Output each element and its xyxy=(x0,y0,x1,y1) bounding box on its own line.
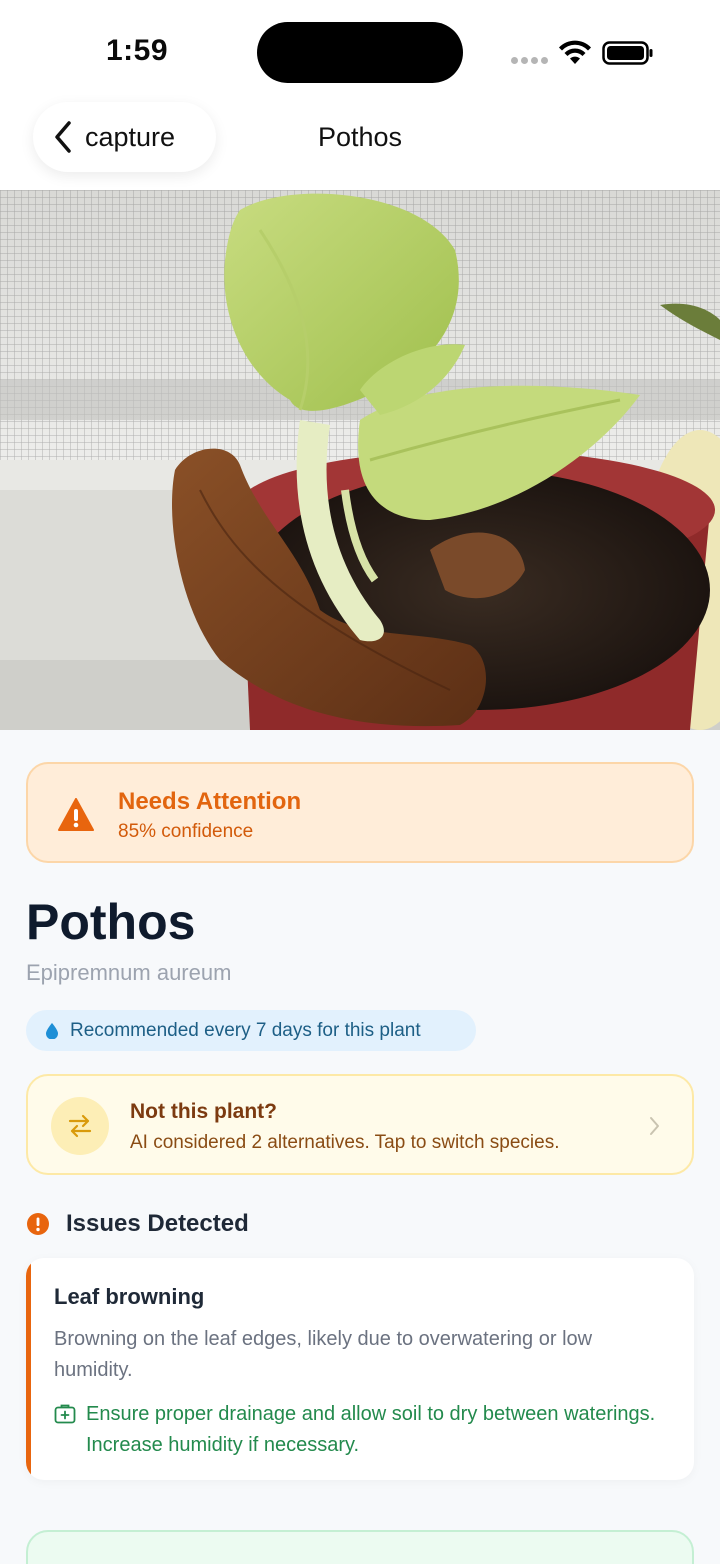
issue-description: Browning on the leaf edges, likely due t… xyxy=(54,1328,593,1381)
wifi-icon xyxy=(559,40,591,64)
switch-species-title: Not this plant? xyxy=(130,1100,277,1123)
issue-card: Leaf browning Browning on the leaf edges… xyxy=(26,1258,694,1480)
health-status-card: Needs Attention 85% confidence xyxy=(26,762,694,863)
issues-header: Issues Detected xyxy=(26,1210,249,1238)
alert-circle-icon xyxy=(27,1213,49,1235)
status-bar: 1:59 xyxy=(0,0,720,100)
switch-species-card[interactable]: Not this plant? AI considered 2 alternat… xyxy=(26,1074,694,1175)
cellular-signal-icon xyxy=(511,57,548,64)
watering-recommendation: Recommended every 7 days for this plant xyxy=(26,1010,476,1051)
watering-text: Recommended every 7 days for this plant xyxy=(70,1019,421,1041)
scientific-name: Epipremnum aureum xyxy=(26,960,232,985)
plant-photo xyxy=(0,190,720,730)
warning-icon xyxy=(58,798,94,831)
page-title: Pothos xyxy=(317,122,403,152)
issue-title: Leaf browning xyxy=(54,1284,205,1309)
dynamic-island xyxy=(257,22,463,83)
swap-arrows-icon xyxy=(68,1114,92,1138)
issue-fix: Ensure proper drainage and allow soil to… xyxy=(54,1399,674,1461)
confidence-label: 85% confidence xyxy=(118,821,254,842)
first-aid-kit-icon xyxy=(54,1404,76,1424)
next-card xyxy=(26,1530,694,1564)
water-drop-icon xyxy=(46,1022,58,1039)
switch-species-subtitle: AI considered 2 alternatives. Tap to swi… xyxy=(130,1132,560,1153)
chevron-right-icon xyxy=(650,1117,659,1135)
battery-icon xyxy=(602,41,653,65)
issue-fix-text: Ensure proper drainage and allow soil to… xyxy=(86,1403,656,1456)
health-status-title: Needs Attention xyxy=(118,788,302,815)
navigation-bar: capture Pothos xyxy=(0,100,720,190)
plant-name: Pothos xyxy=(26,894,196,950)
status-time: 1:59 xyxy=(106,34,169,67)
switch-icon-badge xyxy=(51,1097,109,1155)
issue-accent-bar xyxy=(26,1258,31,1480)
issues-title: Issues Detected xyxy=(66,1210,249,1237)
